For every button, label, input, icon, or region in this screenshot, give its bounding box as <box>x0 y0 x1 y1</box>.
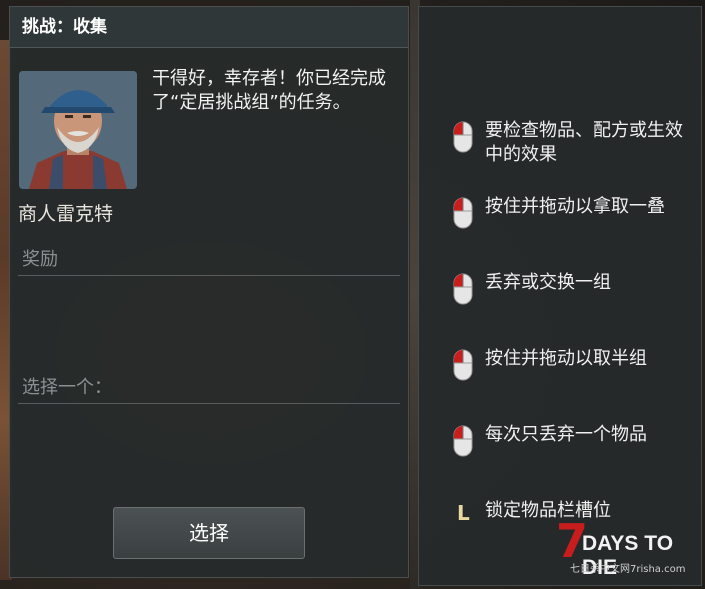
rewards-divider <box>18 275 400 276</box>
hint-text: 要检查物品、配方或生效中的效果 <box>485 120 683 165</box>
mouse-left-drag-icon <box>453 197 473 233</box>
choose-one-label: 选择一个： <box>22 377 112 398</box>
hint-text: 每次只丢弃一个物品 <box>485 424 647 445</box>
mouse-left-click-icon <box>453 121 473 157</box>
logo-subtitle: 七日杀中文网7risha.com <box>570 564 686 575</box>
challenge-panel: 挑战：收集 商人雷克特 干得好，幸存者！你已经完成了“定居挑战组”的任务。 奖励… <box>9 6 409 578</box>
rewards-label: 奖励 <box>22 249 58 270</box>
hint-text: 按住并拖动以拿取一叠 <box>485 196 665 217</box>
mouse-right-drag-icon <box>453 349 473 385</box>
hint-text: 丢弃或交换一组 <box>485 272 611 293</box>
select-button[interactable]: 选择 <box>113 507 305 559</box>
mouse-middle-click-icon <box>453 425 473 461</box>
choose-divider <box>18 403 400 404</box>
hint-text: 按住并拖动以取半组 <box>485 348 647 369</box>
key-l-icon: L <box>457 501 470 525</box>
controls-hint-panel: 要检查物品、配方或生效中的效果 按住并拖动以拿取一叠 丢弃或交换一组 按住并拖动… <box>418 6 702 586</box>
npc-name: 商人雷克特 <box>18 203 114 225</box>
game-logo-watermark: 7 DAYS TO DIE 七日杀中文网7risha.com <box>556 518 701 579</box>
mouse-right-click-icon <box>453 273 473 309</box>
panel-title: 挑战：收集 <box>10 7 408 48</box>
completion-message: 干得好，幸存者！你已经完成了“定居挑战组”的任务。 <box>152 68 386 113</box>
npc-portrait <box>19 71 137 189</box>
